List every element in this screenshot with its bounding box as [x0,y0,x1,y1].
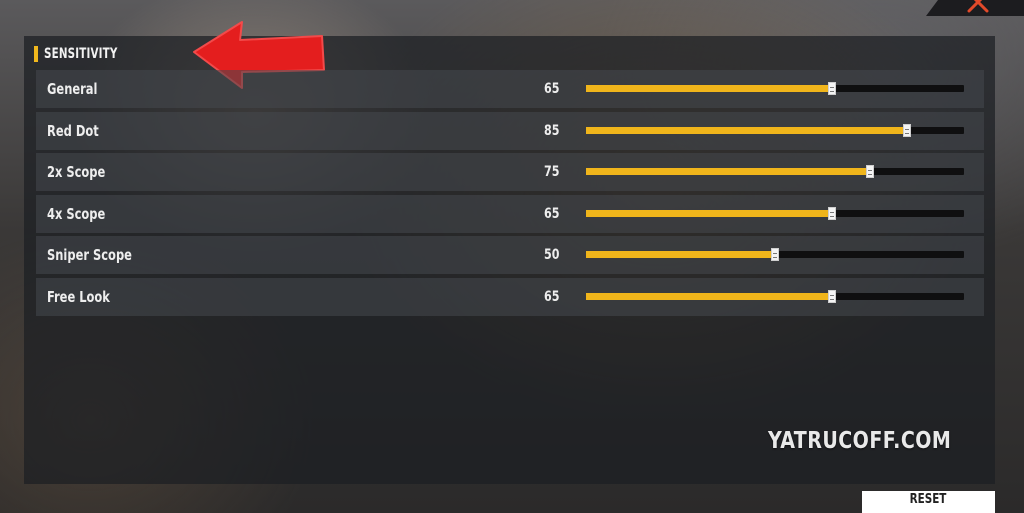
sensitivity-label-2x-scope: 2x Scope [47,163,106,181]
slider-fill-sniper-scope [586,251,775,258]
sensitivity-value-sniper-scope: 50 [544,247,560,263]
slider-thumb-2x-scope[interactable] [865,165,874,178]
slider-sniper-scope[interactable] [586,248,964,261]
slider-red-dot[interactable] [586,123,964,137]
slider-4x-scope[interactable] [586,206,964,220]
slider-fill-general [586,85,832,92]
sensitivity-label-4x-scope: 4x Scope [47,204,106,223]
slider-fill-free-look [586,292,832,300]
sensitivity-row-2x-scope: 2x Scope 75 [36,153,984,191]
sensitivity-row-4x-scope: 4x Scope 65 [36,194,984,233]
sensitivity-row-sniper-scope: Sniper Scope 50 [36,236,984,274]
slider-free-look[interactable] [586,289,964,303]
slider-general[interactable] [586,82,964,95]
reset-button-label: RESET [910,492,947,507]
panel-header: SENSITIVITY [34,45,134,63]
sensitivity-label-general: General [47,80,98,98]
sensitivity-row-general: General 65 [36,70,984,108]
sensitivity-row-free-look: Free Look 65 [36,277,984,316]
sensitivity-label-red-dot: Red Dot [47,121,99,140]
slider-thumb-sniper-scope[interactable] [771,248,779,261]
sensitivity-value-general: 65 [544,81,560,97]
slider-thumb-red-dot[interactable] [903,123,912,137]
slider-thumb-general[interactable] [827,82,836,95]
sensitivity-value-2x-scope: 75 [544,164,560,180]
slider-fill-4x-scope [586,209,832,217]
slider-fill-2x-scope [586,168,870,175]
sensitivity-list: General 65 Red Dot 85 2x Scope 75 4x Scope 65 Sn… [36,70,984,319]
watermark: YATRUCOFF.COM [768,428,952,454]
sensitivity-value-4x-scope: 65 [544,205,560,222]
sensitivity-value-free-look: 65 [544,288,560,305]
sensitivity-row-red-dot: Red Dot 85 [36,111,984,150]
sensitivity-label-free-look: Free Look [47,287,110,306]
reset-button[interactable]: RESET [862,491,995,513]
sensitivity-value-red-dot: 85 [544,122,560,139]
panel-title: SENSITIVITY [44,46,118,62]
slider-2x-scope[interactable] [586,165,964,178]
slider-fill-red-dot [586,126,908,134]
close-tab[interactable] [926,0,1024,16]
slider-thumb-4x-scope[interactable] [827,206,836,220]
slider-thumb-free-look[interactable] [827,289,836,303]
close-icon[interactable] [966,0,990,13]
sensitivity-label-sniper-scope: Sniper Scope [47,246,132,264]
header-accent-bar [34,46,38,62]
